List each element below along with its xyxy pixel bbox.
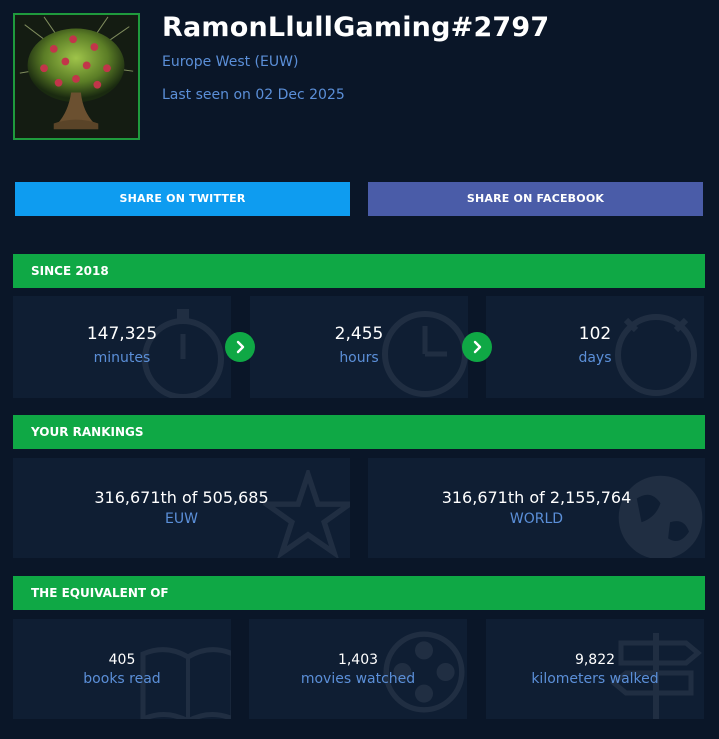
profile-avatar bbox=[13, 13, 140, 140]
calendar-icon bbox=[615, 314, 697, 396]
rank-euw-card: 316,671th of 505,685 EUW bbox=[13, 458, 350, 558]
chevron-right-icon bbox=[462, 332, 492, 362]
rank-euw-value: 316,671th of 505,685 bbox=[94, 488, 269, 507]
minutes-value: 147,325 bbox=[86, 324, 158, 344]
share-facebook-button[interactable]: SHARE ON FACEBOOK bbox=[368, 182, 703, 216]
hours-value: 2,455 bbox=[334, 324, 384, 344]
region-label: Europe West (EUW) bbox=[162, 54, 299, 70]
movies-card: 1,403 movies watched bbox=[249, 619, 467, 719]
rank-world-card: 316,671th of 2,155,764 WORLD bbox=[368, 458, 705, 558]
days-unit: days bbox=[578, 350, 612, 366]
hours-unit: hours bbox=[339, 350, 379, 366]
rank-euw-unit: EUW bbox=[165, 511, 198, 527]
profile-name: RamonLlullGaming#2797 bbox=[162, 12, 550, 43]
days-value: 102 bbox=[578, 324, 612, 344]
books-value: 405 bbox=[108, 652, 136, 668]
walk-unit: kilometers walked bbox=[531, 671, 659, 687]
movies-unit: movies watched bbox=[300, 671, 416, 687]
movies-value: 1,403 bbox=[337, 652, 379, 668]
chevron-right-icon bbox=[225, 332, 255, 362]
rank-world-value: 316,671th of 2,155,764 bbox=[441, 488, 632, 507]
last-seen-label: Last seen on 02 Dec 2025 bbox=[162, 87, 345, 103]
days-card: 102 days bbox=[486, 296, 704, 398]
share-twitter-button[interactable]: SHARE ON TWITTER bbox=[15, 182, 350, 216]
walk-card: 9,822 kilometers walked bbox=[486, 619, 704, 719]
summoner-icon-tree bbox=[15, 15, 138, 138]
rank-world-unit: WORLD bbox=[509, 511, 564, 527]
minutes-card: 147,325 minutes bbox=[13, 296, 231, 398]
since-section-header: SINCE 2018 bbox=[13, 254, 705, 288]
walk-value: 9,822 bbox=[574, 652, 616, 668]
minutes-unit: minutes bbox=[93, 350, 151, 366]
equivalent-section-header: THE EQUIVALENT OF bbox=[13, 576, 705, 610]
books-card: 405 books read bbox=[13, 619, 231, 719]
books-unit: books read bbox=[83, 671, 161, 687]
hours-card: 2,455 hours bbox=[250, 296, 468, 398]
rankings-section-header: YOUR RANKINGS bbox=[13, 415, 705, 449]
